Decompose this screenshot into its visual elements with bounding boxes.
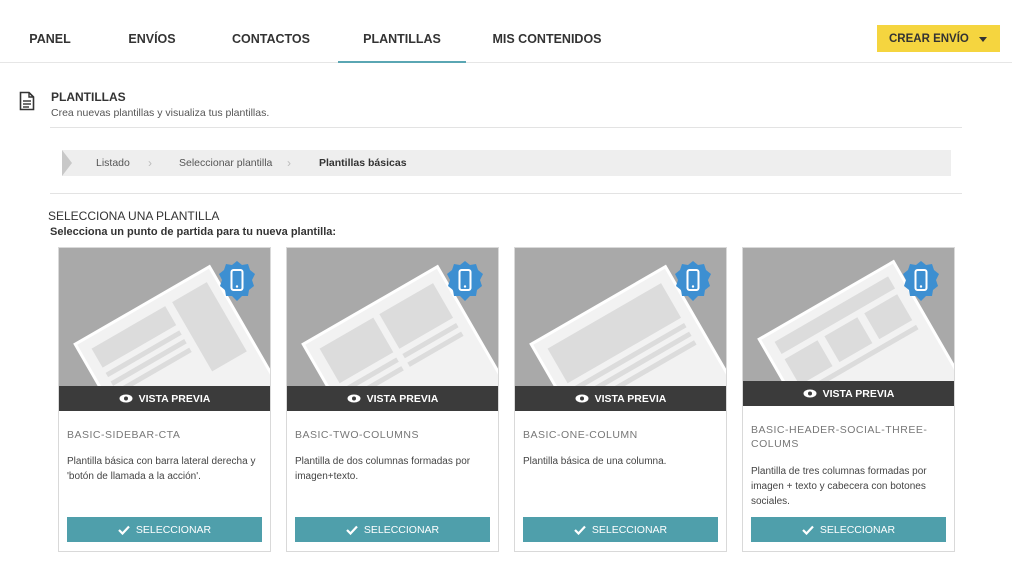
mobile-icon	[219, 261, 255, 301]
preview-label: VISTA PREVIA	[822, 387, 895, 400]
create-send-label: CREAR ENVÍO	[889, 32, 969, 45]
preview-label: VISTA PREVIA	[594, 392, 667, 405]
create-send-button[interactable]: CREAR ENVÍO	[877, 25, 1000, 52]
template-thumbnail: VISTA PREVIA	[743, 248, 954, 406]
preview-button[interactable]: VISTA PREVIA	[287, 386, 498, 411]
breadcrumb-separator-icon: ›	[148, 156, 152, 170]
breadcrumb-item-current: Plantillas básicas	[319, 157, 407, 169]
check-icon	[574, 525, 586, 535]
breadcrumb-start-arrow	[62, 150, 72, 176]
template-thumbnail: VISTA PREVIA	[515, 248, 726, 411]
eye-icon	[347, 394, 361, 403]
template-card: VISTA PREVIA BASIC-ONE-COLUMN Plantilla …	[514, 247, 727, 552]
top-navigation: PANEL ENVÍOS CONTACTOS PLANTILLAS MIS CO…	[0, 0, 1012, 63]
breadcrumb-item-listado[interactable]: Listado	[96, 150, 130, 176]
select-template-button[interactable]: SELECCIONAR	[751, 517, 946, 542]
check-icon	[802, 525, 814, 535]
divider	[50, 193, 962, 194]
caret-down-icon	[979, 37, 987, 42]
tab-plantillas[interactable]: PLANTILLAS	[338, 0, 466, 63]
breadcrumb-item-seleccionar-plantilla[interactable]: Seleccionar plantilla	[179, 150, 272, 176]
select-template-button[interactable]: SELECCIONAR	[295, 517, 490, 542]
check-icon	[118, 525, 130, 535]
select-template-button[interactable]: SELECCIONAR	[67, 517, 262, 542]
eye-icon	[575, 394, 589, 403]
tab-panel[interactable]: PANEL	[22, 0, 78, 63]
page-title: PLANTILLAS	[51, 90, 126, 104]
template-name: BASIC-HEADER-SOCIAL-THREE-COLUMS	[751, 424, 928, 450]
template-description: Plantilla de dos columnas formadas por i…	[295, 456, 471, 482]
template-name: BASIC-TWO-COLUMNS	[295, 429, 419, 441]
template-name: BASIC-SIDEBAR-CTA	[67, 429, 181, 441]
preview-button[interactable]: VISTA PREVIA	[515, 386, 726, 411]
template-name: BASIC-ONE-COLUMN	[523, 429, 638, 441]
template-description: Plantilla de tres columnas formadas por …	[751, 466, 927, 507]
eye-icon	[803, 389, 817, 398]
template-card: VISTA PREVIA BASIC-TWO-COLUMNS Plantilla…	[286, 247, 499, 552]
tab-contactos[interactable]: CONTACTOS	[222, 0, 320, 63]
tab-envios[interactable]: ENVÍOS	[117, 0, 187, 63]
select-label: SELECCIONAR	[363, 523, 440, 536]
mobile-icon	[903, 261, 939, 301]
template-card: VISTA PREVIA BASIC-HEADER-SOCIAL-THREE-C…	[742, 247, 955, 552]
template-description: Plantilla básica de una columna.	[523, 456, 667, 467]
eye-icon	[119, 394, 133, 403]
preview-label: VISTA PREVIA	[366, 392, 439, 405]
select-label: SELECCIONAR	[591, 523, 668, 536]
preview-button[interactable]: VISTA PREVIA	[59, 386, 270, 411]
select-label: SELECCIONAR	[135, 523, 212, 536]
breadcrumb: Listado › Seleccionar plantilla › Planti…	[62, 150, 951, 176]
check-icon	[346, 525, 358, 535]
section-subtitle: Selecciona un punto de partida para tu n…	[50, 226, 337, 238]
select-label: SELECCIONAR	[819, 523, 896, 536]
select-template-button[interactable]: SELECCIONAR	[523, 517, 718, 542]
template-thumbnail: VISTA PREVIA	[287, 248, 498, 411]
template-description: Plantilla básica con barra lateral derec…	[67, 456, 256, 482]
preview-label: VISTA PREVIA	[138, 392, 211, 405]
breadcrumb-separator-icon: ›	[287, 156, 291, 170]
mobile-icon	[675, 261, 711, 301]
tab-mis-contenidos[interactable]: MIS CONTENIDOS	[486, 0, 608, 63]
mobile-icon	[447, 261, 483, 301]
page-subtitle: Crea nuevas plantillas y visualiza tus p…	[51, 107, 270, 119]
section-title: SELECCIONA UNA PLANTILLA	[48, 209, 220, 223]
template-card: VISTA PREVIA BASIC-SIDEBAR-CTA Plantilla…	[58, 247, 271, 552]
preview-button[interactable]: VISTA PREVIA	[743, 381, 954, 406]
template-thumbnail: VISTA PREVIA	[59, 248, 270, 411]
document-icon	[19, 91, 35, 111]
divider	[50, 127, 962, 128]
